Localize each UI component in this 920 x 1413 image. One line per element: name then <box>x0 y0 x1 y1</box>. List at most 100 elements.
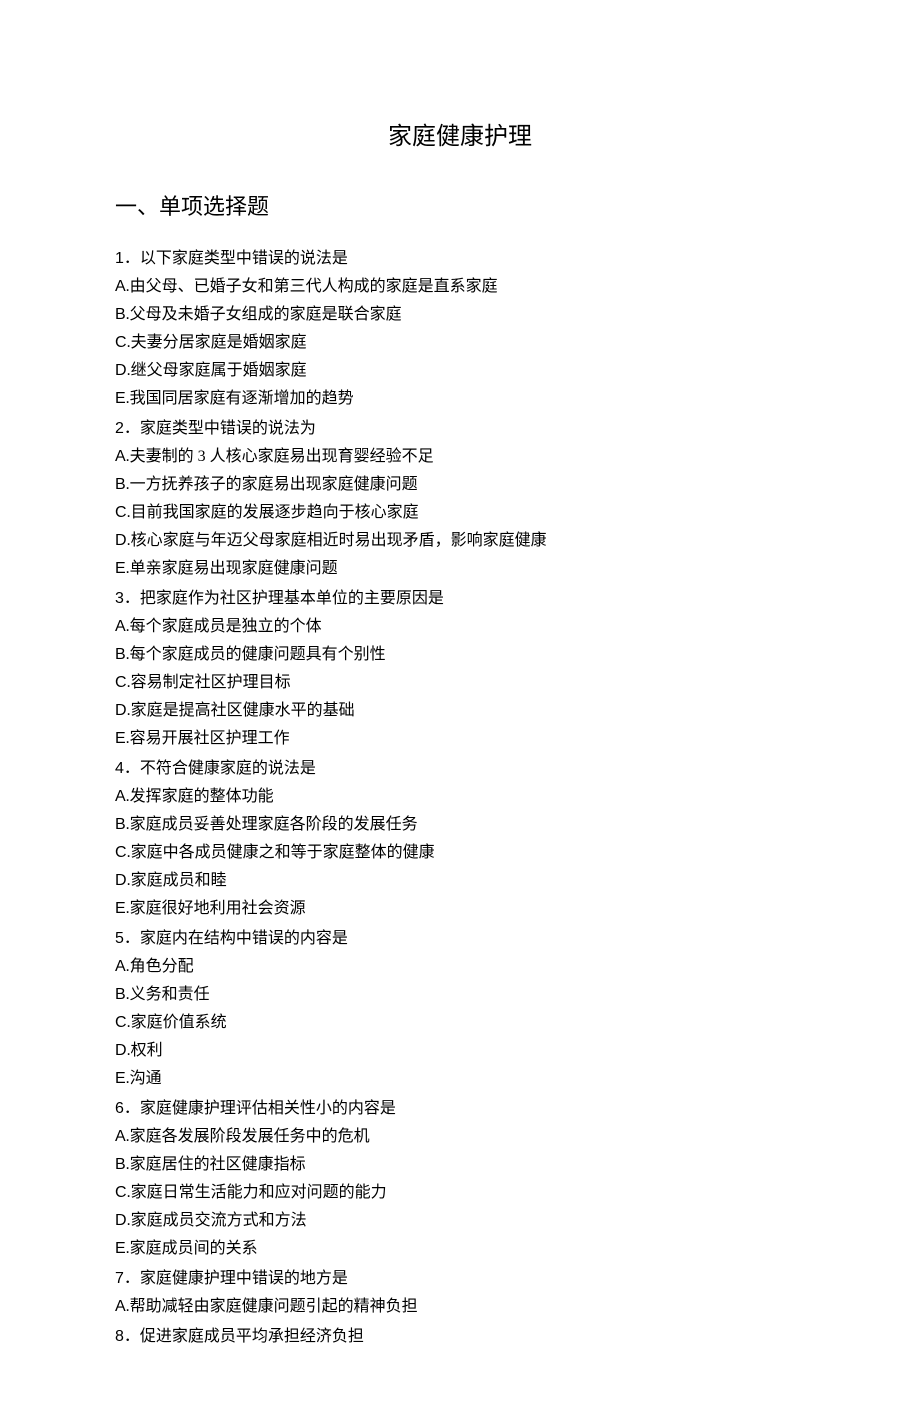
question-block: 4．不符合健康家庭的说法是A.发挥家庭的整体功能B.家庭成员妥善处理家庭各阶段的… <box>115 755 805 923</box>
option-text: .由父母、已婚子女和第三代人构成的家庭是直系家庭 <box>126 278 498 295</box>
question-block: 1．以下家庭类型中错误的说法是A.由父母、已婚子女和第三代人构成的家庭是直系家庭… <box>115 245 805 413</box>
option: D.家庭成员和睦 <box>115 867 805 895</box>
question-stem: ．家庭内在结构中错误的内容是 <box>124 930 348 947</box>
option: B.义务和责任 <box>115 981 805 1009</box>
question-text: 5．家庭内在结构中错误的内容是 <box>115 925 805 953</box>
option: E.家庭很好地利用社会资源 <box>115 895 805 923</box>
question-text: 3．把家庭作为社区护理基本单位的主要原因是 <box>115 585 805 613</box>
option-label: B <box>115 816 126 833</box>
option-label: B <box>115 306 126 323</box>
option-label: A <box>115 278 126 295</box>
option-label: E <box>115 1070 126 1087</box>
option: E.我国同居家庭有逐渐增加的趋势 <box>115 385 805 413</box>
option-label: A <box>115 788 126 805</box>
option-text: .每个家庭成员是独立的个体 <box>126 618 322 635</box>
question-block: 3．把家庭作为社区护理基本单位的主要原因是A.每个家庭成员是独立的个体B.每个家… <box>115 585 805 753</box>
option: B.一方抚养孩子的家庭易出现家庭健康问题 <box>115 471 805 499</box>
question-number: 7 <box>115 1270 124 1287</box>
option: E.家庭成员间的关系 <box>115 1235 805 1263</box>
option-label: C <box>115 504 127 521</box>
option: A.每个家庭成员是独立的个体 <box>115 613 805 641</box>
question-text: 6．家庭健康护理评估相关性小的内容是 <box>115 1095 805 1123</box>
option-label: E <box>115 900 126 917</box>
option: B.每个家庭成员的健康问题具有个别性 <box>115 641 805 669</box>
option: A.夫妻制的 3 人核心家庭易出现育婴经验不足 <box>115 443 805 471</box>
option-text: .权利 <box>127 1042 163 1059</box>
question-text: 8．促进家庭成员平均承担经济负担 <box>115 1323 805 1351</box>
question-block: 8．促进家庭成员平均承担经济负担 <box>115 1323 805 1351</box>
question-number: 8 <box>115 1328 124 1345</box>
option: A.角色分配 <box>115 953 805 981</box>
option-text: .我国同居家庭有逐渐增加的趋势 <box>126 390 354 407</box>
option: D.家庭成员交流方式和方法 <box>115 1207 805 1235</box>
option: C.家庭中各成员健康之和等于家庭整体的健康 <box>115 839 805 867</box>
question-block: 2．家庭类型中错误的说法为A.夫妻制的 3 人核心家庭易出现育婴经验不足B.一方… <box>115 415 805 583</box>
option-label: E <box>115 390 126 407</box>
question-stem: ．家庭类型中错误的说法为 <box>124 420 316 437</box>
option: B.父母及未婚子女组成的家庭是联合家庭 <box>115 301 805 329</box>
option: C.目前我国家庭的发展逐步趋向于核心家庭 <box>115 499 805 527</box>
option-text: .目前我国家庭的发展逐步趋向于核心家庭 <box>127 504 419 521</box>
option: A.由父母、已婚子女和第三代人构成的家庭是直系家庭 <box>115 273 805 301</box>
option-text: .家庭各发展阶段发展任务中的危机 <box>126 1128 370 1145</box>
question-stem: ．家庭健康护理评估相关性小的内容是 <box>124 1100 396 1117</box>
option-label: A <box>115 618 126 635</box>
questions-container: 1．以下家庭类型中错误的说法是A.由父母、已婚子女和第三代人构成的家庭是直系家庭… <box>115 245 805 1351</box>
option-text: .单亲家庭易出现家庭健康问题 <box>126 560 338 577</box>
question-block: 5．家庭内在结构中错误的内容是A.角色分配B.义务和责任C.家庭价值系统D.权利… <box>115 925 805 1093</box>
question-stem: ．促进家庭成员平均承担经济负担 <box>124 1328 364 1345</box>
option: C.家庭价值系统 <box>115 1009 805 1037</box>
option-text: .家庭成员妥善处理家庭各阶段的发展任务 <box>126 816 418 833</box>
question-text: 1．以下家庭类型中错误的说法是 <box>115 245 805 273</box>
option-text: .家庭很好地利用社会资源 <box>126 900 306 917</box>
option-label: B <box>115 986 126 1003</box>
option-label: E <box>115 730 126 747</box>
question-block: 6．家庭健康护理评估相关性小的内容是A.家庭各发展阶段发展任务中的危机B.家庭居… <box>115 1095 805 1263</box>
question-number: 1 <box>115 250 124 267</box>
option-text: .继父母家庭属于婚姻家庭 <box>127 362 307 379</box>
option: C.家庭日常生活能力和应对问题的能力 <box>115 1179 805 1207</box>
document-title: 家庭健康护理 <box>115 116 805 158</box>
option-label: A <box>115 1128 126 1145</box>
option-label: C <box>115 844 127 861</box>
option: D.继父母家庭属于婚姻家庭 <box>115 357 805 385</box>
option: A.发挥家庭的整体功能 <box>115 783 805 811</box>
option-label: D <box>115 1042 127 1059</box>
question-stem: ．以下家庭类型中错误的说法是 <box>124 250 348 267</box>
option-label: D <box>115 362 127 379</box>
option-text: .家庭日常生活能力和应对问题的能力 <box>127 1184 387 1201</box>
option-text: .沟通 <box>126 1070 162 1087</box>
option: D.核心家庭与年迈父母家庭相近时易出现矛盾，影响家庭健康 <box>115 527 805 555</box>
option: C.夫妻分居家庭是婚姻家庭 <box>115 329 805 357</box>
option-label: C <box>115 1184 127 1201</box>
question-block: 7．家庭健康护理中错误的地方是A.帮助减轻由家庭健康问题引起的精神负担 <box>115 1265 805 1321</box>
option-text: .家庭价值系统 <box>127 1014 227 1031</box>
option: B.家庭成员妥善处理家庭各阶段的发展任务 <box>115 811 805 839</box>
option-text: .家庭成员交流方式和方法 <box>127 1212 307 1229</box>
option: D.权利 <box>115 1037 805 1065</box>
option-text: .容易开展社区护理工作 <box>126 730 290 747</box>
option-text: .一方抚养孩子的家庭易出现家庭健康问题 <box>126 476 418 493</box>
section-heading: 一、单项选择题 <box>115 188 805 227</box>
option-label: C <box>115 1014 127 1031</box>
option-text: .父母及未婚子女组成的家庭是联合家庭 <box>126 306 402 323</box>
option-text: .夫妻制的 3 人核心家庭易出现育婴经验不足 <box>126 448 434 465</box>
option-text: .家庭是提高社区健康水平的基础 <box>127 702 355 719</box>
option: E.沟通 <box>115 1065 805 1093</box>
option-label: B <box>115 646 126 663</box>
option-label: D <box>115 532 127 549</box>
option: E.单亲家庭易出现家庭健康问题 <box>115 555 805 583</box>
question-stem: ．不符合健康家庭的说法是 <box>124 760 316 777</box>
option-label: A <box>115 448 126 465</box>
option-text: .家庭中各成员健康之和等于家庭整体的健康 <box>127 844 435 861</box>
option-label: D <box>115 702 127 719</box>
option-text: .每个家庭成员的健康问题具有个别性 <box>126 646 386 663</box>
option-text: .容易制定社区护理目标 <box>127 674 291 691</box>
option-label: E <box>115 1240 126 1257</box>
option-label: E <box>115 560 126 577</box>
question-text: 7．家庭健康护理中错误的地方是 <box>115 1265 805 1293</box>
option-label: D <box>115 1212 127 1229</box>
option-text: .家庭成员间的关系 <box>126 1240 258 1257</box>
question-number: 4 <box>115 760 124 777</box>
question-stem: ．家庭健康护理中错误的地方是 <box>124 1270 348 1287</box>
